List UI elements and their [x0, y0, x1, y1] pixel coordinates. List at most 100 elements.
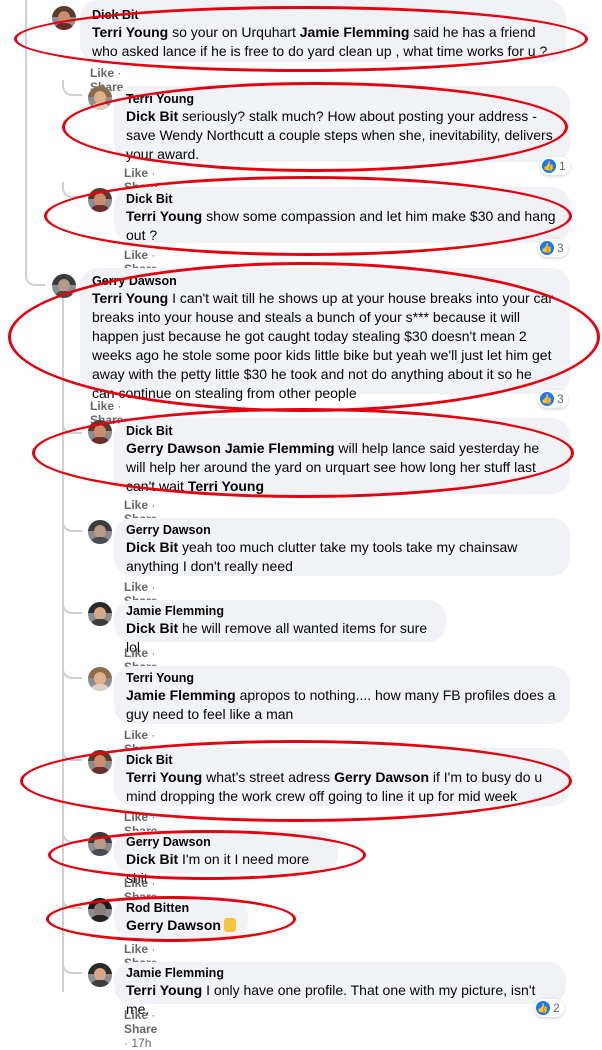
reaction-count[interactable]: 👍 3 [538, 239, 568, 257]
comment-text: Dick Bit yeah too much clutter take my t… [126, 538, 558, 576]
like-button[interactable]: Like [124, 728, 148, 742]
comment-text: Gerry Dawson Jamie Flemming will help la… [126, 439, 558, 496]
mention-link[interactable]: Terri Young [92, 24, 168, 40]
comment-bubble: Gerry Dawson Dick Bit yeah too much clut… [114, 518, 570, 576]
reaction-count[interactable]: 👍 2 [534, 999, 564, 1017]
thread-elbow [62, 182, 82, 198]
comment-bubble: Gerry Dawson Dick Bit I'm on it I need m… [114, 831, 338, 886]
comment-author[interactable]: Dick Bit [126, 752, 558, 768]
like-button[interactable]: Like [124, 580, 148, 594]
thread-elbow [62, 893, 82, 909]
comment-author[interactable]: Terri Young [126, 670, 558, 686]
thread-elbow [62, 418, 82, 434]
share-button[interactable]: Share [124, 1022, 157, 1036]
mention-link[interactable]: Dick Bit [126, 539, 178, 555]
avatar[interactable] [52, 6, 76, 30]
thread-elbow [62, 516, 82, 532]
like-button[interactable]: Like [90, 399, 114, 413]
thread-line [25, 0, 27, 270]
avatar[interactable] [88, 963, 112, 987]
comment-bubble: Dick Bit Gerry Dawson Jamie Flemming wil… [114, 418, 570, 494]
middle-finger-emoji-icon [223, 918, 236, 932]
comment-text: Terri Young what's street adress Gerry D… [126, 768, 558, 806]
comment-text-segment: yeah too much clutter take my tools take… [126, 539, 518, 574]
comment-text: Terri Young show some compassion and let… [126, 207, 558, 245]
mention-link[interactable]: Jamie Flemming [126, 687, 236, 703]
mention-link[interactable]: Dick Bit [126, 851, 178, 867]
like-button[interactable]: Like [124, 166, 148, 180]
comment-text-segment: seriously? stalk much? How about posting… [126, 108, 553, 162]
avatar[interactable] [88, 520, 112, 544]
comment-text-segment: what's street adress [202, 769, 335, 785]
avatar[interactable] [88, 602, 112, 626]
thumbs-up-icon: 👍 [540, 392, 554, 406]
comment-author[interactable]: Jamie Flemming [126, 603, 434, 619]
comment-meta: Like · Share · 17h [124, 1008, 158, 1050]
like-button[interactable]: Like [90, 66, 114, 80]
comment-author[interactable]: Dick Bit [126, 191, 558, 207]
like-button[interactable]: Like [124, 810, 148, 824]
comment-time[interactable]: 17h [131, 1036, 151, 1050]
comment-bubble: Dick Bit Terri Young what's street adres… [114, 748, 570, 806]
comment-author[interactable]: Gerry Dawson [92, 273, 558, 289]
comment-bubble: Terri Young Dick Bit seriously? stalk mu… [114, 86, 570, 162]
comment-author[interactable]: Jamie Flemming [126, 965, 554, 981]
comment-text: Terri Young so your on Urquhart Jamie Fl… [92, 23, 554, 61]
like-button[interactable]: Like [124, 1008, 148, 1022]
mention-link[interactable]: Gerry Dawson Jamie Flemming [126, 440, 335, 456]
reaction-count[interactable]: 👍 3 [538, 390, 568, 408]
thread-line [62, 292, 64, 992]
comment-author[interactable]: Dick Bit [126, 423, 558, 439]
comment-text: Gerry Dawson [126, 916, 236, 935]
comment-bubble: Dick Bit Terri Young show some compassio… [114, 187, 570, 243]
thumbs-up-icon: 👍 [536, 1001, 550, 1015]
mention-link[interactable]: Dick Bit [126, 108, 178, 124]
comment-author[interactable]: Gerry Dawson [126, 834, 326, 850]
thread-elbow [62, 663, 82, 679]
comment-author[interactable]: Dick Bit [92, 7, 554, 23]
thread-elbow [62, 80, 82, 96]
like-button[interactable]: Like [124, 646, 148, 660]
comment-text: Dick Bit he will remove all wanted items… [126, 619, 434, 657]
avatar[interactable] [88, 86, 112, 110]
thread-elbow [62, 958, 82, 974]
comment-text: Terri Young I only have one profile. Tha… [126, 981, 554, 1019]
avatar[interactable] [88, 667, 112, 691]
comment-bubble: Jamie Flemming Dick Bit he will remove a… [114, 600, 446, 655]
avatar[interactable] [88, 188, 112, 212]
thumbs-up-icon: 👍 [542, 159, 556, 173]
like-button[interactable]: Like [124, 942, 148, 956]
comment-author[interactable]: Gerry Dawson [126, 522, 558, 538]
mention-link[interactable]: Terri Young [126, 769, 202, 785]
comment-text: Jamie Flemming apropos to nothing.... ho… [126, 686, 558, 724]
avatar[interactable] [52, 274, 76, 298]
comment-bubble: Rod Bitten Gerry Dawson [114, 897, 248, 939]
comment-author[interactable]: Terri Young [126, 91, 558, 107]
mention-link[interactable]: Terri Young [126, 982, 202, 998]
avatar[interactable] [88, 750, 112, 774]
comment-author[interactable]: Rod Bitten [126, 900, 236, 916]
thread-elbow [62, 745, 82, 761]
mention-link[interactable]: Gerry Dawson [334, 769, 429, 785]
avatar[interactable] [88, 832, 112, 856]
comment-text-inner: Gerry Dawson [126, 917, 221, 933]
mention-link[interactable]: Terri Young [126, 208, 202, 224]
comment-bubble: Terri Young Jamie Flemming apropos to no… [114, 666, 570, 724]
reaction-count[interactable]: 👍 1 [540, 157, 570, 175]
mention-link[interactable]: Jamie Flemming [300, 24, 410, 40]
comment-bubble: Jamie Flemming Terri Young I only have o… [114, 962, 566, 1017]
mention-link[interactable]: Dick Bit [126, 620, 178, 636]
comment-text-segment: I can't wait till he shows up at your ho… [92, 290, 553, 401]
thread-elbow [25, 270, 45, 286]
comment-bubble: Gerry Dawson Terri Young I can't wait ti… [80, 268, 570, 401]
thumbs-up-icon: 👍 [540, 241, 554, 255]
mention-link[interactable]: Terri Young [92, 290, 168, 306]
avatar[interactable] [88, 898, 112, 922]
like-button[interactable]: Like [124, 498, 148, 512]
like-button[interactable]: Like [124, 876, 148, 890]
mention-link[interactable]: Terri Young [188, 478, 264, 494]
mention-link[interactable]: Gerry Dawson [126, 917, 221, 933]
thread-elbow [62, 598, 82, 614]
like-button[interactable]: Like [124, 248, 148, 262]
avatar[interactable] [88, 420, 112, 444]
